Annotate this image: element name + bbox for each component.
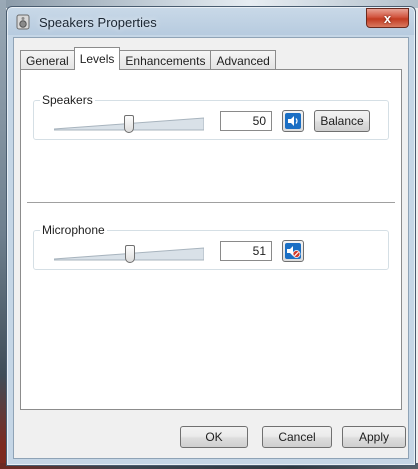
- speaker-icon: [285, 113, 301, 129]
- title-bar[interactable]: Speakers Properties x: [7, 7, 415, 37]
- microphone-group-label: Microphone: [40, 223, 107, 237]
- apply-button[interactable]: Apply: [342, 426, 406, 448]
- speakers-level-field[interactable]: 50: [220, 111, 272, 131]
- dialog-client-area: General Levels Enhancements Advanced Spe…: [13, 37, 409, 459]
- tab-advanced[interactable]: Advanced: [210, 50, 276, 70]
- microphone-volume-slider[interactable]: [54, 243, 204, 265]
- tab-enhancements[interactable]: Enhancements: [119, 50, 212, 70]
- ok-button[interactable]: OK: [180, 426, 248, 448]
- balance-button[interactable]: Balance: [314, 110, 370, 132]
- microphone-mute-button[interactable]: [282, 240, 304, 262]
- microphone-group: Microphone 51: [33, 223, 389, 270]
- speakers-properties-window: Speakers Properties x General Levels Enh…: [6, 6, 416, 466]
- section-divider: [27, 202, 395, 203]
- speakers-group: Speakers 50 Balance: [33, 93, 389, 140]
- levels-panel: Speakers 50 Balance Microphone 51: [20, 69, 402, 410]
- speakers-volume-slider[interactable]: [54, 113, 204, 135]
- tab-general[interactable]: General: [20, 50, 75, 70]
- tab-strip: General Levels Enhancements Advanced: [20, 47, 276, 70]
- speakers-mute-button[interactable]: [282, 110, 304, 132]
- microphone-slider-thumb[interactable]: [125, 245, 135, 263]
- speaker-muted-icon: [285, 243, 301, 259]
- speakers-group-label: Speakers: [40, 93, 95, 107]
- cancel-button[interactable]: Cancel: [262, 426, 332, 448]
- microphone-level-field[interactable]: 51: [220, 241, 272, 261]
- close-button[interactable]: x: [366, 8, 409, 28]
- tab-levels[interactable]: Levels: [73, 47, 121, 70]
- speakers-slider-thumb[interactable]: [124, 115, 134, 133]
- window-title: Speakers Properties: [39, 14, 157, 30]
- speaker-device-icon: [15, 14, 31, 30]
- close-icon: x: [383, 10, 392, 26]
